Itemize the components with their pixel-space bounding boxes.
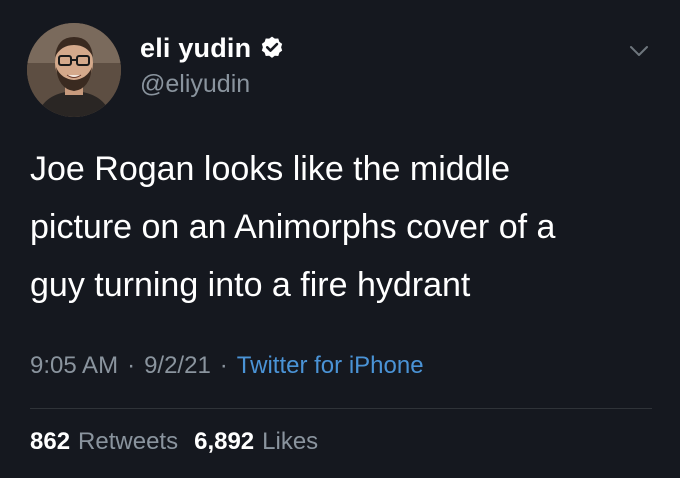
- retweets-label: Retweets: [78, 428, 179, 455]
- tweet-text: Joe Rogan looks like the middle picture …: [30, 140, 650, 314]
- tweet-date[interactable]: 9/2/21: [144, 352, 211, 380]
- retweets-count: 862: [30, 428, 71, 455]
- author-name-row: eli yudin: [140, 32, 285, 64]
- tweet-text-line: picture on an Animorphs cover of a: [30, 208, 556, 246]
- likes-stat[interactable]: 6,892 Likes: [194, 428, 318, 456]
- chevron-down-icon[interactable]: [628, 40, 650, 62]
- tweet-card: eli yudin @eliyudin Joe Rogan looks like…: [0, 0, 680, 478]
- meta-separator: ·: [127, 352, 136, 379]
- tweet-text-line: Joe Rogan looks like the middle: [30, 150, 511, 188]
- user-handle[interactable]: @eliyudin: [140, 70, 250, 99]
- verified-badge-icon: [259, 35, 285, 61]
- likes-count: 6,892: [194, 428, 255, 455]
- avatar-photo: [27, 23, 121, 117]
- tweet-time[interactable]: 9:05 AM: [30, 352, 118, 380]
- retweets-stat[interactable]: 862 Retweets: [30, 428, 178, 456]
- tweet-stats: 862 Retweets 6,892 Likes: [30, 428, 318, 456]
- likes-label: Likes: [262, 428, 319, 455]
- avatar[interactable]: [27, 23, 121, 117]
- tweet-source-link[interactable]: Twitter for iPhone: [237, 352, 424, 380]
- display-name[interactable]: eli yudin: [140, 33, 251, 64]
- tweet-text-line: guy turning into a fire hydrant: [30, 266, 471, 304]
- divider: [30, 408, 652, 409]
- tweet-meta: 9:05 AM · 9/2/21 · Twitter for iPhone: [30, 352, 424, 380]
- meta-separator: ·: [219, 352, 228, 379]
